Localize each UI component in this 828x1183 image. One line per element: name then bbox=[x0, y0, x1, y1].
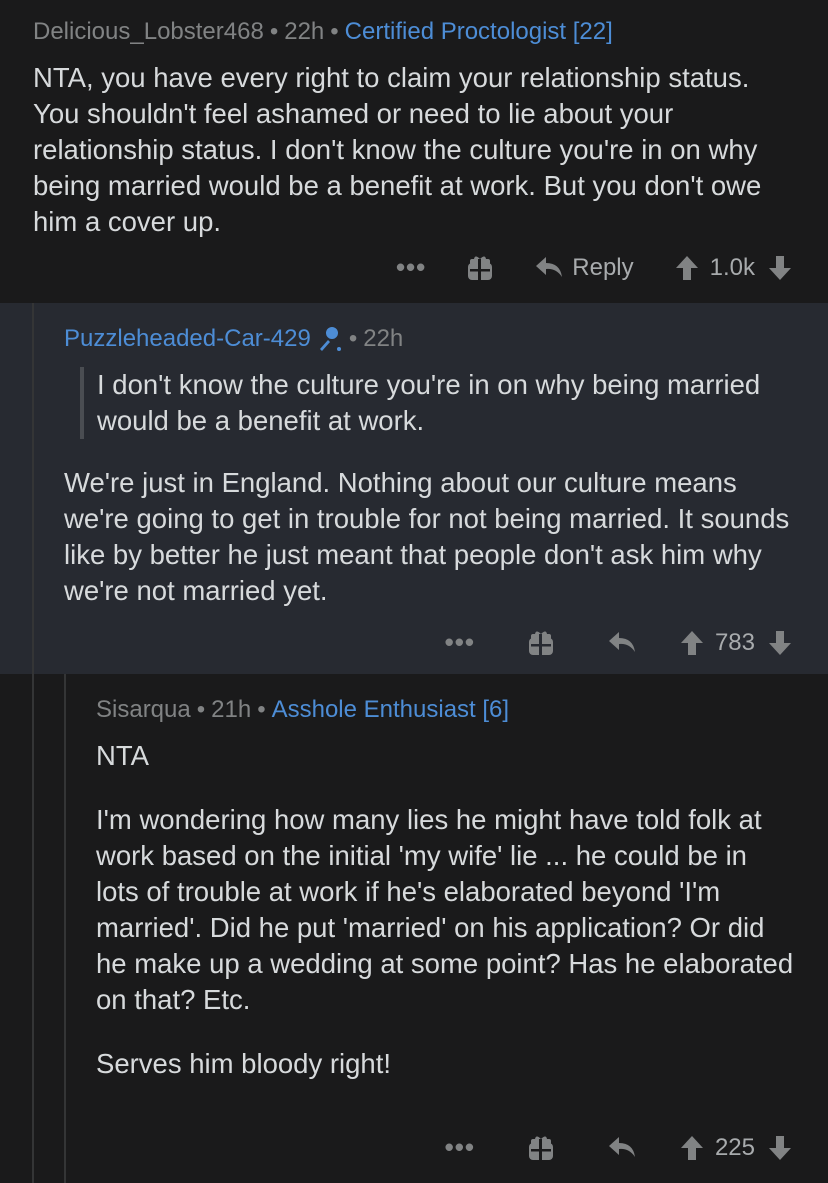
comment-text: We're just in England. Nothing about our… bbox=[64, 467, 790, 606]
separator-dot: • bbox=[257, 696, 266, 723]
comment-actions: ••• 225 bbox=[445, 1132, 793, 1163]
separator-dot: • bbox=[330, 18, 339, 45]
award-button[interactable] bbox=[466, 254, 494, 282]
comment-paragraph: Serves him bloody right! bbox=[96, 1048, 391, 1079]
reply-arrow-icon bbox=[536, 256, 563, 277]
comment-body: We're just in England. Nothing about our… bbox=[64, 465, 795, 609]
comment-3: Sisarqua • 21h • Asshole Enthusiast [6] NTA … bbox=[0, 674, 828, 1183]
comment-meta: Delicious_Lobster468 • 22h • Certified Proct… bbox=[33, 18, 795, 46]
reply-arrow-icon bbox=[608, 1136, 635, 1157]
comment-actions: ••• 783 bbox=[445, 627, 793, 658]
vote-count: 783 bbox=[714, 628, 755, 656]
vote-count: 1.0k bbox=[709, 253, 755, 281]
user-flair: Asshole Enthusiast [6] bbox=[271, 696, 510, 723]
timestamp: 22h bbox=[284, 18, 325, 45]
microphone-icon bbox=[317, 326, 343, 352]
gift-icon bbox=[468, 256, 493, 280]
comment-meta: Sisarqua • 21h • Asshole Enthusiast [6] bbox=[96, 696, 795, 724]
separator-dot: • bbox=[348, 325, 358, 352]
downvote-icon[interactable] bbox=[767, 629, 793, 657]
comment-actions: ••• Reply 1.0k bbox=[396, 252, 793, 283]
comment-paragraph: NTA bbox=[96, 740, 149, 771]
vote-controls: 225 bbox=[679, 1134, 793, 1162]
comment-meta: Puzzleheaded-Car-429 • 22h bbox=[64, 325, 795, 353]
reply-button[interactable]: Reply bbox=[534, 253, 634, 282]
reply-button[interactable] bbox=[607, 1135, 637, 1161]
timestamp: 22h bbox=[363, 325, 404, 352]
separator-dot: • bbox=[269, 18, 279, 45]
separator-dot: • bbox=[196, 696, 206, 723]
quote-text: I don't know the culture you're in on wh… bbox=[97, 369, 761, 436]
timestamp: 21h bbox=[211, 696, 252, 723]
award-button[interactable] bbox=[527, 629, 555, 657]
comment-body: NTA, you have every right to claim your … bbox=[33, 60, 795, 240]
downvote-icon[interactable] bbox=[767, 1134, 793, 1162]
reply-label: Reply bbox=[572, 253, 634, 281]
vote-controls: 1.0k bbox=[674, 254, 793, 282]
vote-count: 225 bbox=[714, 1133, 755, 1161]
thread-line[interactable] bbox=[64, 674, 66, 1183]
downvote-icon[interactable] bbox=[767, 254, 793, 282]
comment-1: Delicious_Lobster468 • 22h • Certified Proct… bbox=[0, 0, 828, 303]
comment-2: Puzzleheaded-Car-429 • 22h I don't know t… bbox=[0, 303, 828, 674]
more-options-icon[interactable]: ••• bbox=[445, 1132, 475, 1163]
more-options-icon[interactable]: ••• bbox=[445, 627, 475, 658]
gift-icon bbox=[528, 631, 553, 655]
award-button[interactable] bbox=[527, 1134, 555, 1162]
blockquote: I don't know the culture you're in on wh… bbox=[80, 367, 795, 439]
reply-arrow-icon bbox=[608, 631, 635, 652]
upvote-icon[interactable] bbox=[674, 254, 700, 282]
reply-button[interactable] bbox=[607, 630, 637, 656]
comment-text: NTA, you have every right to claim your … bbox=[33, 62, 762, 237]
author-name[interactable]: Delicious_Lobster468 bbox=[33, 18, 264, 45]
thread-line[interactable] bbox=[32, 303, 34, 674]
gift-icon bbox=[528, 1136, 553, 1160]
thread-line[interactable] bbox=[32, 674, 34, 1183]
user-flair: Certified Proctologist [22] bbox=[344, 18, 613, 45]
more-options-icon[interactable]: ••• bbox=[396, 252, 426, 283]
comment-body: NTA I'm wondering how many lies he might… bbox=[96, 738, 795, 1082]
upvote-icon[interactable] bbox=[679, 1134, 705, 1162]
author-name[interactable]: Puzzleheaded-Car-429 bbox=[64, 325, 311, 353]
upvote-icon[interactable] bbox=[679, 629, 705, 657]
author-name[interactable]: Sisarqua bbox=[96, 696, 191, 723]
vote-controls: 783 bbox=[679, 629, 793, 657]
comment-paragraph: I'm wondering how many lies he might hav… bbox=[96, 804, 794, 1015]
